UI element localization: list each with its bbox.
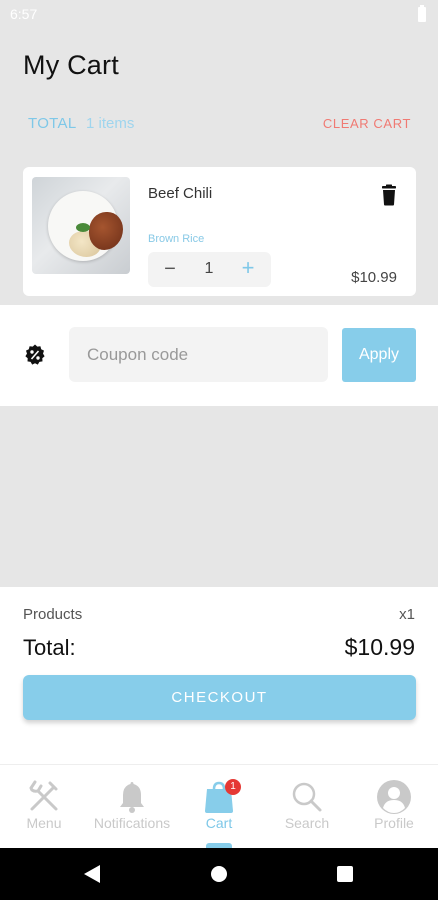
nav-item-notifications[interactable]: Notifications [88,765,176,849]
recent-apps-icon[interactable] [337,866,353,882]
home-icon[interactable] [211,866,227,882]
nav-label-search: Search [284,815,330,831]
cart-item-card: Beef Chili Brown Rice − 1 + $10.99 [23,167,416,296]
cart-count-badge: 1 [225,779,241,795]
nav-item-search[interactable]: Search [263,765,351,849]
plate-graphic [48,191,123,261]
products-quantity: x1 [399,606,415,623]
product-name: Beef Chili [148,185,213,202]
nav-item-profile[interactable]: Profile [350,765,438,849]
quantity-stepper: − 1 + [148,252,271,287]
decrease-quantity-button[interactable]: − [158,258,182,280]
discount-badge-icon [25,344,45,365]
increase-quantity-button[interactable]: + [236,257,260,279]
product-option: Brown Rice [148,233,205,245]
back-icon[interactable] [84,865,100,883]
total-label-bottom: Total: [23,635,76,660]
total-label: TOTAL [28,115,77,132]
product-image [32,177,130,274]
nav-label-cart: Cart [205,815,233,831]
total-amount: $10.99 [344,634,415,660]
nav-item-cart[interactable]: 1 Cart [175,765,263,849]
checkout-button[interactable]: CHECKOUT [23,675,416,720]
coupon-code-input[interactable] [69,327,328,382]
product-price: $10.99 [351,269,397,286]
apply-coupon-button[interactable]: Apply [342,328,416,382]
bottom-navigation: Menu Notifications 1 Cart Search Profile [0,764,438,849]
user-icon [377,780,411,814]
cart-summary-row: TOTAL 1 items CLEAR CART [28,115,413,133]
items-count: 1 items [86,115,135,132]
status-bar: 6:57 [0,0,438,28]
clear-cart-button[interactable]: CLEAR CART [323,116,411,131]
status-time: 6:57 [10,6,38,22]
page-title: My Cart [23,50,119,80]
system-navigation-bar [0,848,438,900]
nav-label-menu: Menu [26,815,62,831]
search-icon [292,782,322,812]
battery-icon [418,5,426,22]
fork-knife-icon [29,780,58,811]
nav-label-notifications: Notifications [93,815,171,831]
nav-label-profile: Profile [374,815,414,831]
coupon-section: Apply [0,305,438,406]
nav-item-menu[interactable]: Menu [0,765,88,849]
delete-item-button[interactable] [377,183,401,207]
quantity-value: 1 [204,260,214,277]
checkout-panel: Products x1 Total: $10.99 CHECKOUT [0,587,438,764]
bell-icon [120,782,144,813]
trash-icon [382,184,396,206]
products-label: Products [23,606,83,623]
